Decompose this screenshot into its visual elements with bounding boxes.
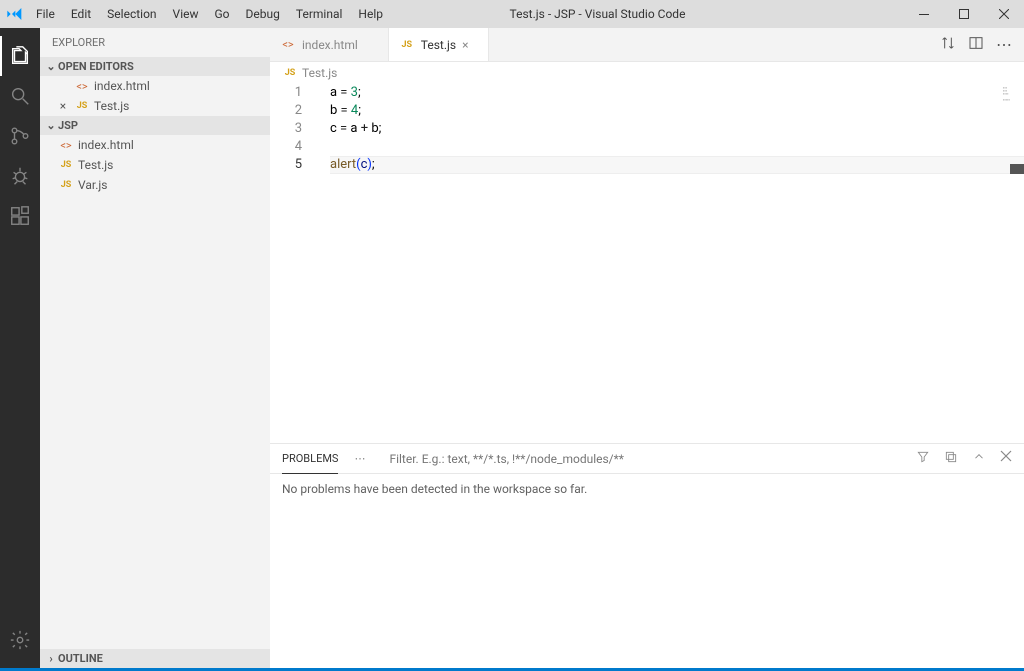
problems-message: No problems have been detected in the wo… — [270, 474, 1024, 504]
file-tree-item[interactable]: <> index.html — [40, 135, 270, 155]
file-tree-item[interactable]: JS Test.js — [40, 155, 270, 175]
open-editor-item[interactable]: × JS Test.js — [40, 96, 270, 116]
compare-changes-icon[interactable] — [940, 35, 956, 55]
file-type-icon: JS — [58, 160, 74, 170]
menu-bar: FileEditSelectionViewGoDebugTerminalHelp — [28, 0, 391, 28]
split-editor-icon[interactable] — [968, 35, 984, 55]
activity-explorer[interactable] — [0, 36, 40, 76]
maximize-button[interactable] — [944, 0, 984, 28]
section-outline[interactable]: › OUTLINE — [40, 649, 270, 668]
open-editor-item[interactable]: <> index.html — [40, 76, 270, 96]
file-name: Test.js — [94, 99, 129, 113]
problems-filter-input[interactable] — [381, 452, 904, 466]
chevron-right-icon: › — [44, 652, 58, 665]
file-type-icon: <> — [280, 38, 296, 51]
section-open-editors[interactable]: ⌄ OPEN EDITORS — [40, 57, 270, 76]
editor-tab[interactable]: JS Test.js × — [389, 28, 489, 61]
code-editor[interactable]: 12345 a = 3;b = 4;c = a + b;alert(c); ▪▪… — [270, 84, 1024, 443]
file-tree-item[interactable]: JS Var.js — [40, 175, 270, 195]
scrollbar-thumb[interactable] — [1010, 164, 1024, 174]
panel-tab-problems[interactable]: PROBLEMS — [282, 444, 338, 474]
file-type-icon: JS — [399, 40, 415, 50]
titlebar: FileEditSelectionViewGoDebugTerminalHelp… — [0, 0, 1024, 28]
close-button[interactable] — [984, 0, 1024, 28]
activity-extensions[interactable] — [0, 196, 40, 236]
breadcrumb-file: Test.js — [302, 66, 337, 80]
panel-more-icon[interactable]: ⋯ — [350, 452, 369, 465]
breadcrumb[interactable]: JS Test.js — [270, 62, 1024, 84]
menu-debug[interactable]: Debug — [238, 0, 288, 28]
file-name: Var.js — [78, 178, 107, 192]
file-type-icon: <> — [74, 80, 90, 93]
file-type-icon: JS — [74, 101, 90, 111]
section-label: OUTLINE — [58, 652, 103, 665]
file-type-icon: <> — [58, 139, 74, 152]
activity-settings[interactable] — [0, 620, 40, 660]
vscode-logo-icon — [0, 6, 28, 22]
file-name: index.html — [94, 79, 150, 93]
tab-label: index.html — [302, 38, 358, 52]
menu-edit[interactable]: Edit — [63, 0, 99, 28]
menu-selection[interactable]: Selection — [99, 0, 164, 28]
collapse-all-icon[interactable] — [944, 450, 958, 467]
menu-view[interactable]: View — [165, 0, 207, 28]
file-type-icon: JS — [58, 180, 74, 190]
activity-search[interactable] — [0, 76, 40, 116]
filter-icon[interactable] — [916, 450, 930, 467]
minimize-button[interactable] — [904, 0, 944, 28]
close-icon[interactable]: × — [56, 99, 70, 113]
menu-terminal[interactable]: Terminal — [288, 0, 351, 28]
bottom-panel: PROBLEMS ⋯ No problems have been detecte… — [270, 443, 1024, 668]
more-actions-icon[interactable]: ⋯ — [996, 35, 1012, 54]
menu-help[interactable]: Help — [350, 0, 391, 28]
menu-file[interactable]: File — [28, 0, 63, 28]
minimap[interactable]: ▪▪▪▪▪▪▪▪▪▪▪▪▪▪▪ — [930, 84, 1010, 443]
window-controls — [904, 0, 1024, 28]
tabs-bar: <> index.html ×JS Test.js × ⋯ — [270, 28, 1024, 62]
tab-label: Test.js — [421, 38, 456, 52]
js-file-icon: JS — [282, 68, 298, 78]
activity-bar — [0, 28, 40, 668]
section-label: JSP — [58, 119, 78, 132]
file-name: Test.js — [78, 158, 113, 172]
activity-source-control[interactable] — [0, 116, 40, 156]
tab-close-icon[interactable]: × — [462, 38, 476, 52]
chevron-down-icon: ⌄ — [44, 60, 58, 73]
sidebar: EXPLORER ⌄ OPEN EDITORS <> index.html × JS T… — [40, 28, 270, 668]
sidebar-title: EXPLORER — [40, 28, 270, 57]
window-title: Test.js - JSP - Visual Studio Code — [391, 7, 904, 21]
panel-maximize-icon[interactable] — [972, 450, 986, 467]
chevron-down-icon: ⌄ — [44, 119, 58, 132]
file-name: index.html — [78, 138, 134, 152]
editor-area: <> index.html ×JS Test.js × ⋯ JS Test.js 123… — [270, 28, 1024, 668]
panel-close-icon[interactable] — [1000, 450, 1012, 467]
menu-go[interactable]: Go — [207, 0, 238, 28]
section-label: OPEN EDITORS — [58, 60, 134, 73]
activity-debug[interactable] — [0, 156, 40, 196]
section-workspace[interactable]: ⌄ JSP — [40, 116, 270, 135]
editor-tab[interactable]: <>index.html× — [270, 28, 389, 61]
